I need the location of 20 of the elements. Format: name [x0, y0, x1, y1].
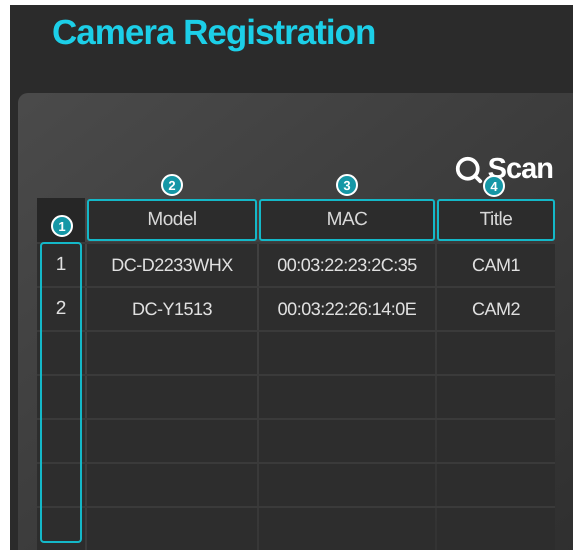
row-number [37, 420, 85, 462]
callout-number: 2 [161, 174, 183, 196]
row-number: 1 [37, 244, 85, 286]
callout-number: 3 [336, 174, 358, 196]
table-cell: DC-D2233WHX [87, 244, 257, 286]
row-number [37, 332, 85, 374]
page-title: Camera Registration [52, 12, 376, 54]
row-number [37, 464, 85, 506]
table-cell: 00:03:22:26:14:0E [259, 288, 435, 330]
row-number [37, 508, 85, 550]
table-cell: 00:03:22:23:2C:35 [259, 244, 435, 286]
table-cell: DC-Y1513 [87, 288, 257, 330]
row-number: 2 [37, 288, 85, 330]
row-number [37, 376, 85, 418]
column-header: Model [87, 199, 257, 241]
column-header: MAC [259, 199, 435, 241]
search-icon [454, 155, 484, 185]
column-header: Title [437, 199, 555, 241]
table-cell: CAM2 [437, 288, 555, 330]
table-cell: CAM1 [437, 244, 555, 286]
